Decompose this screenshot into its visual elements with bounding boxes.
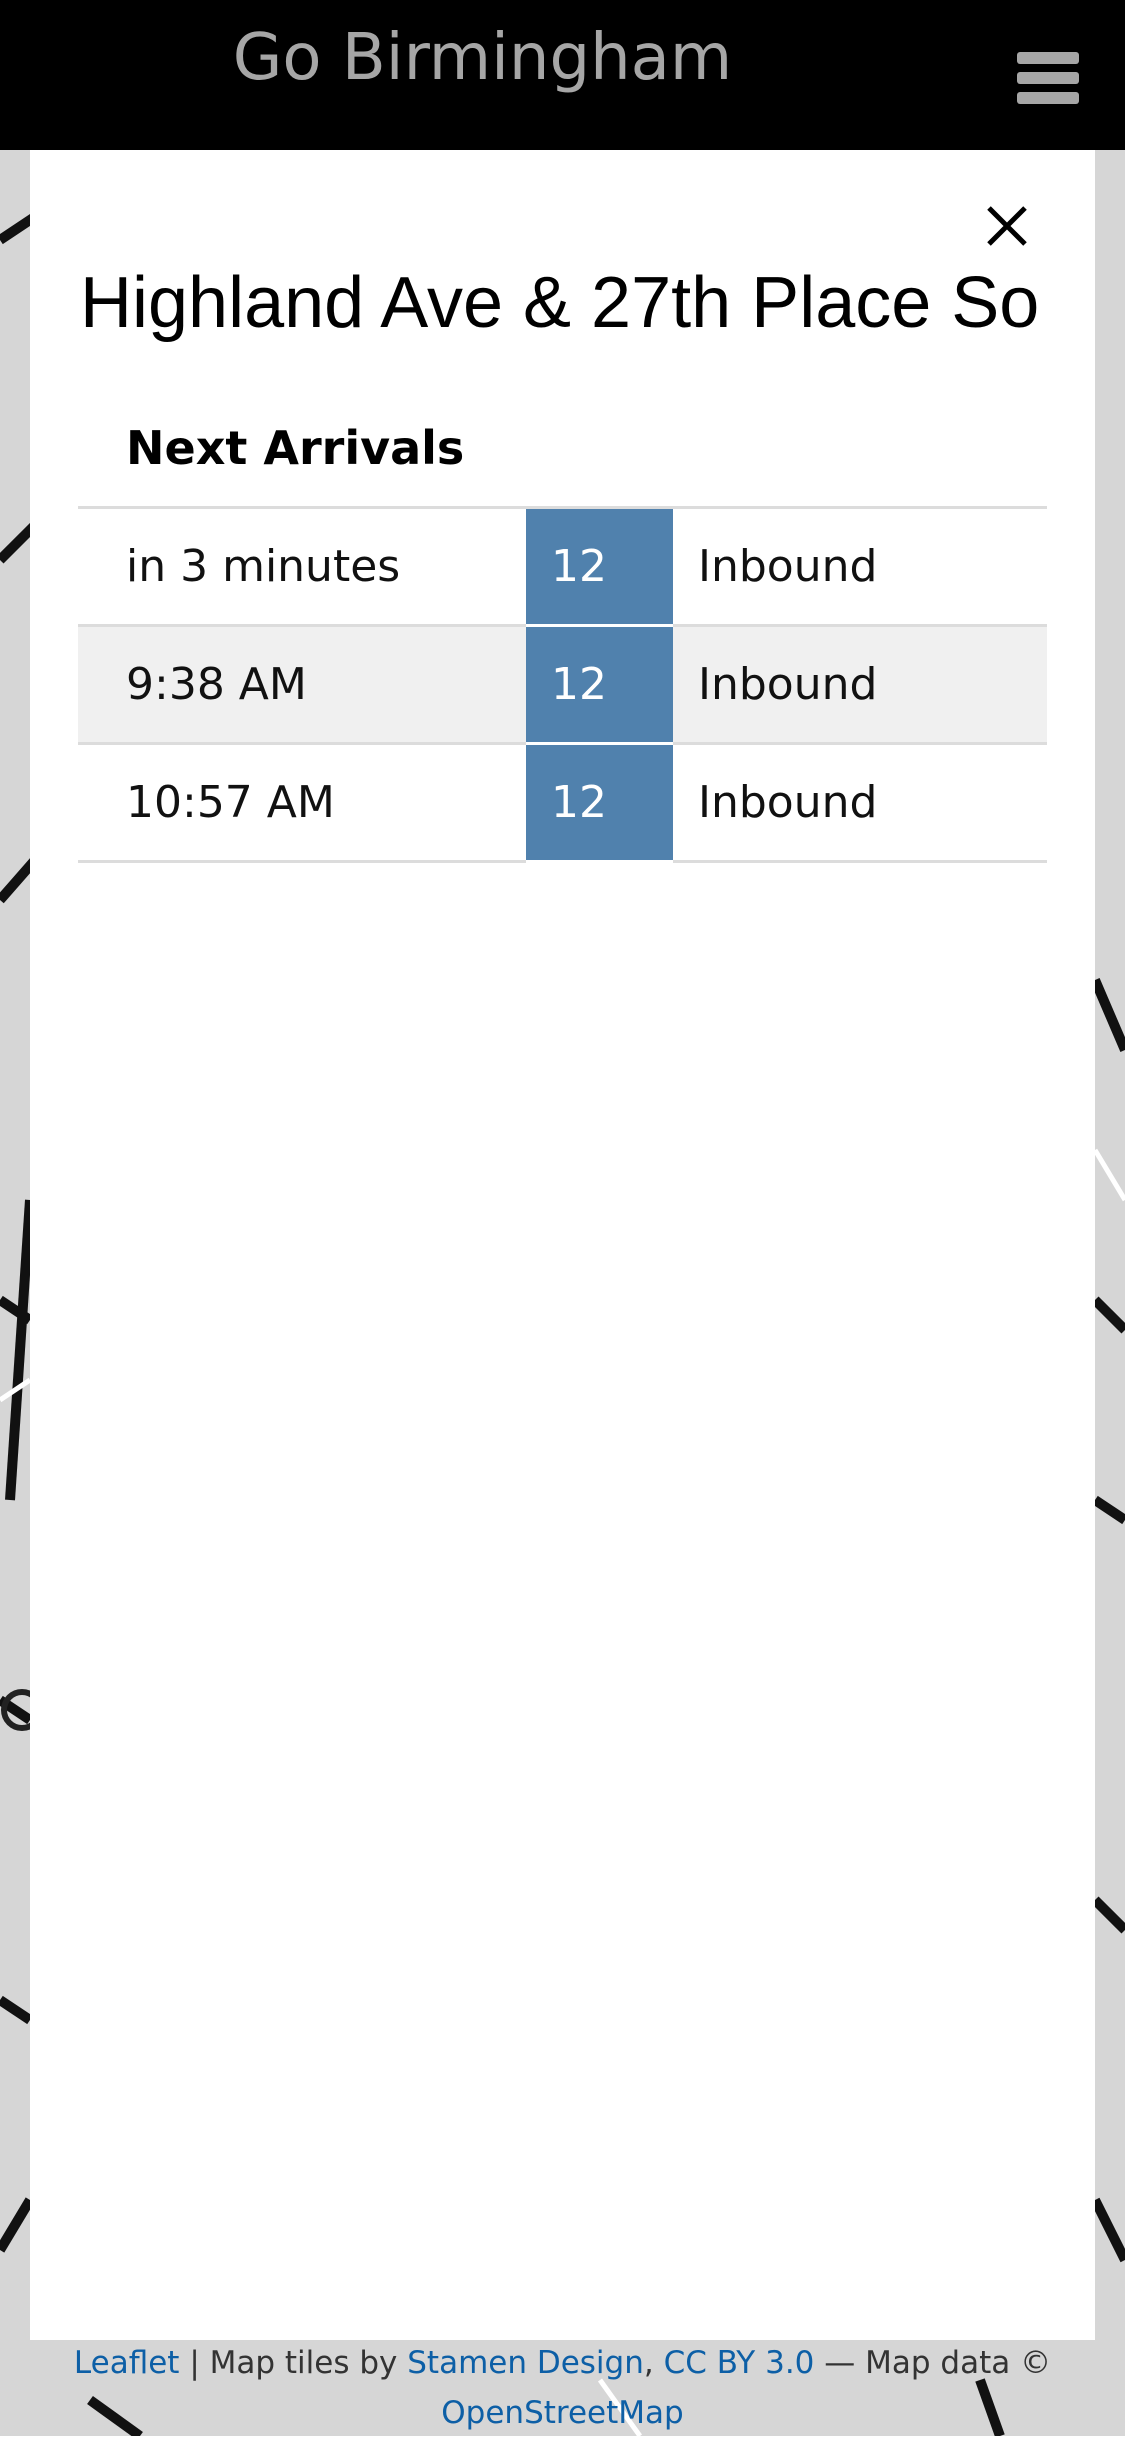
hamburger-icon-bar (1017, 72, 1079, 84)
map-attribution: Leaflet | Map tiles by Stamen Design, CC… (0, 2338, 1125, 2438)
attribution-separator: , (643, 2345, 664, 2381)
arrival-direction: Inbound (673, 507, 1047, 627)
arrival-row[interactable]: in 3 minutes 12 Inbound (78, 507, 1047, 627)
route-badge: 12 (526, 625, 673, 745)
hamburger-icon-bar (1017, 92, 1079, 104)
route-badge: 12 (526, 743, 673, 863)
menu-button[interactable] (1017, 52, 1079, 104)
stop-info-modal: Highland Ave & 27th Place So Next Arriva… (30, 150, 1095, 2340)
app-header: Go Birmingham (0, 0, 1125, 150)
arrivals-header-row: Next Arrivals (78, 390, 1047, 509)
app-title: Go Birmingham (232, 21, 733, 95)
license-link[interactable]: CC BY 3.0 (664, 2345, 815, 2381)
stamen-link[interactable]: Stamen Design (407, 2345, 644, 2381)
arrival-row[interactable]: 9:38 AM 12 Inbound (78, 625, 1047, 745)
arrival-time: 9:38 AM (78, 625, 526, 745)
arrival-time: 10:57 AM (78, 743, 526, 863)
attribution-text-map-data: — Map data © (814, 2345, 1052, 2381)
attribution-text: | Map tiles by (179, 2345, 408, 2381)
arrival-direction: Inbound (673, 743, 1047, 863)
route-badge: 12 (526, 507, 673, 627)
arrivals-table: Next Arrivals in 3 minutes 12 Inbound 9:… (78, 390, 1047, 863)
arrivals-heading: Next Arrivals (78, 390, 1047, 509)
osm-link[interactable]: OpenStreetMap (441, 2395, 683, 2431)
leaflet-link[interactable]: Leaflet (74, 2345, 180, 2381)
arrival-time: in 3 minutes (78, 507, 526, 627)
close-button[interactable] (979, 198, 1035, 254)
stop-title: Highland Ave & 27th Place So (80, 263, 1040, 343)
arrival-row[interactable]: 10:57 AM 12 Inbound (78, 743, 1047, 863)
hamburger-icon (1017, 52, 1079, 64)
arrival-direction: Inbound (673, 625, 1047, 745)
close-icon (987, 206, 1027, 246)
